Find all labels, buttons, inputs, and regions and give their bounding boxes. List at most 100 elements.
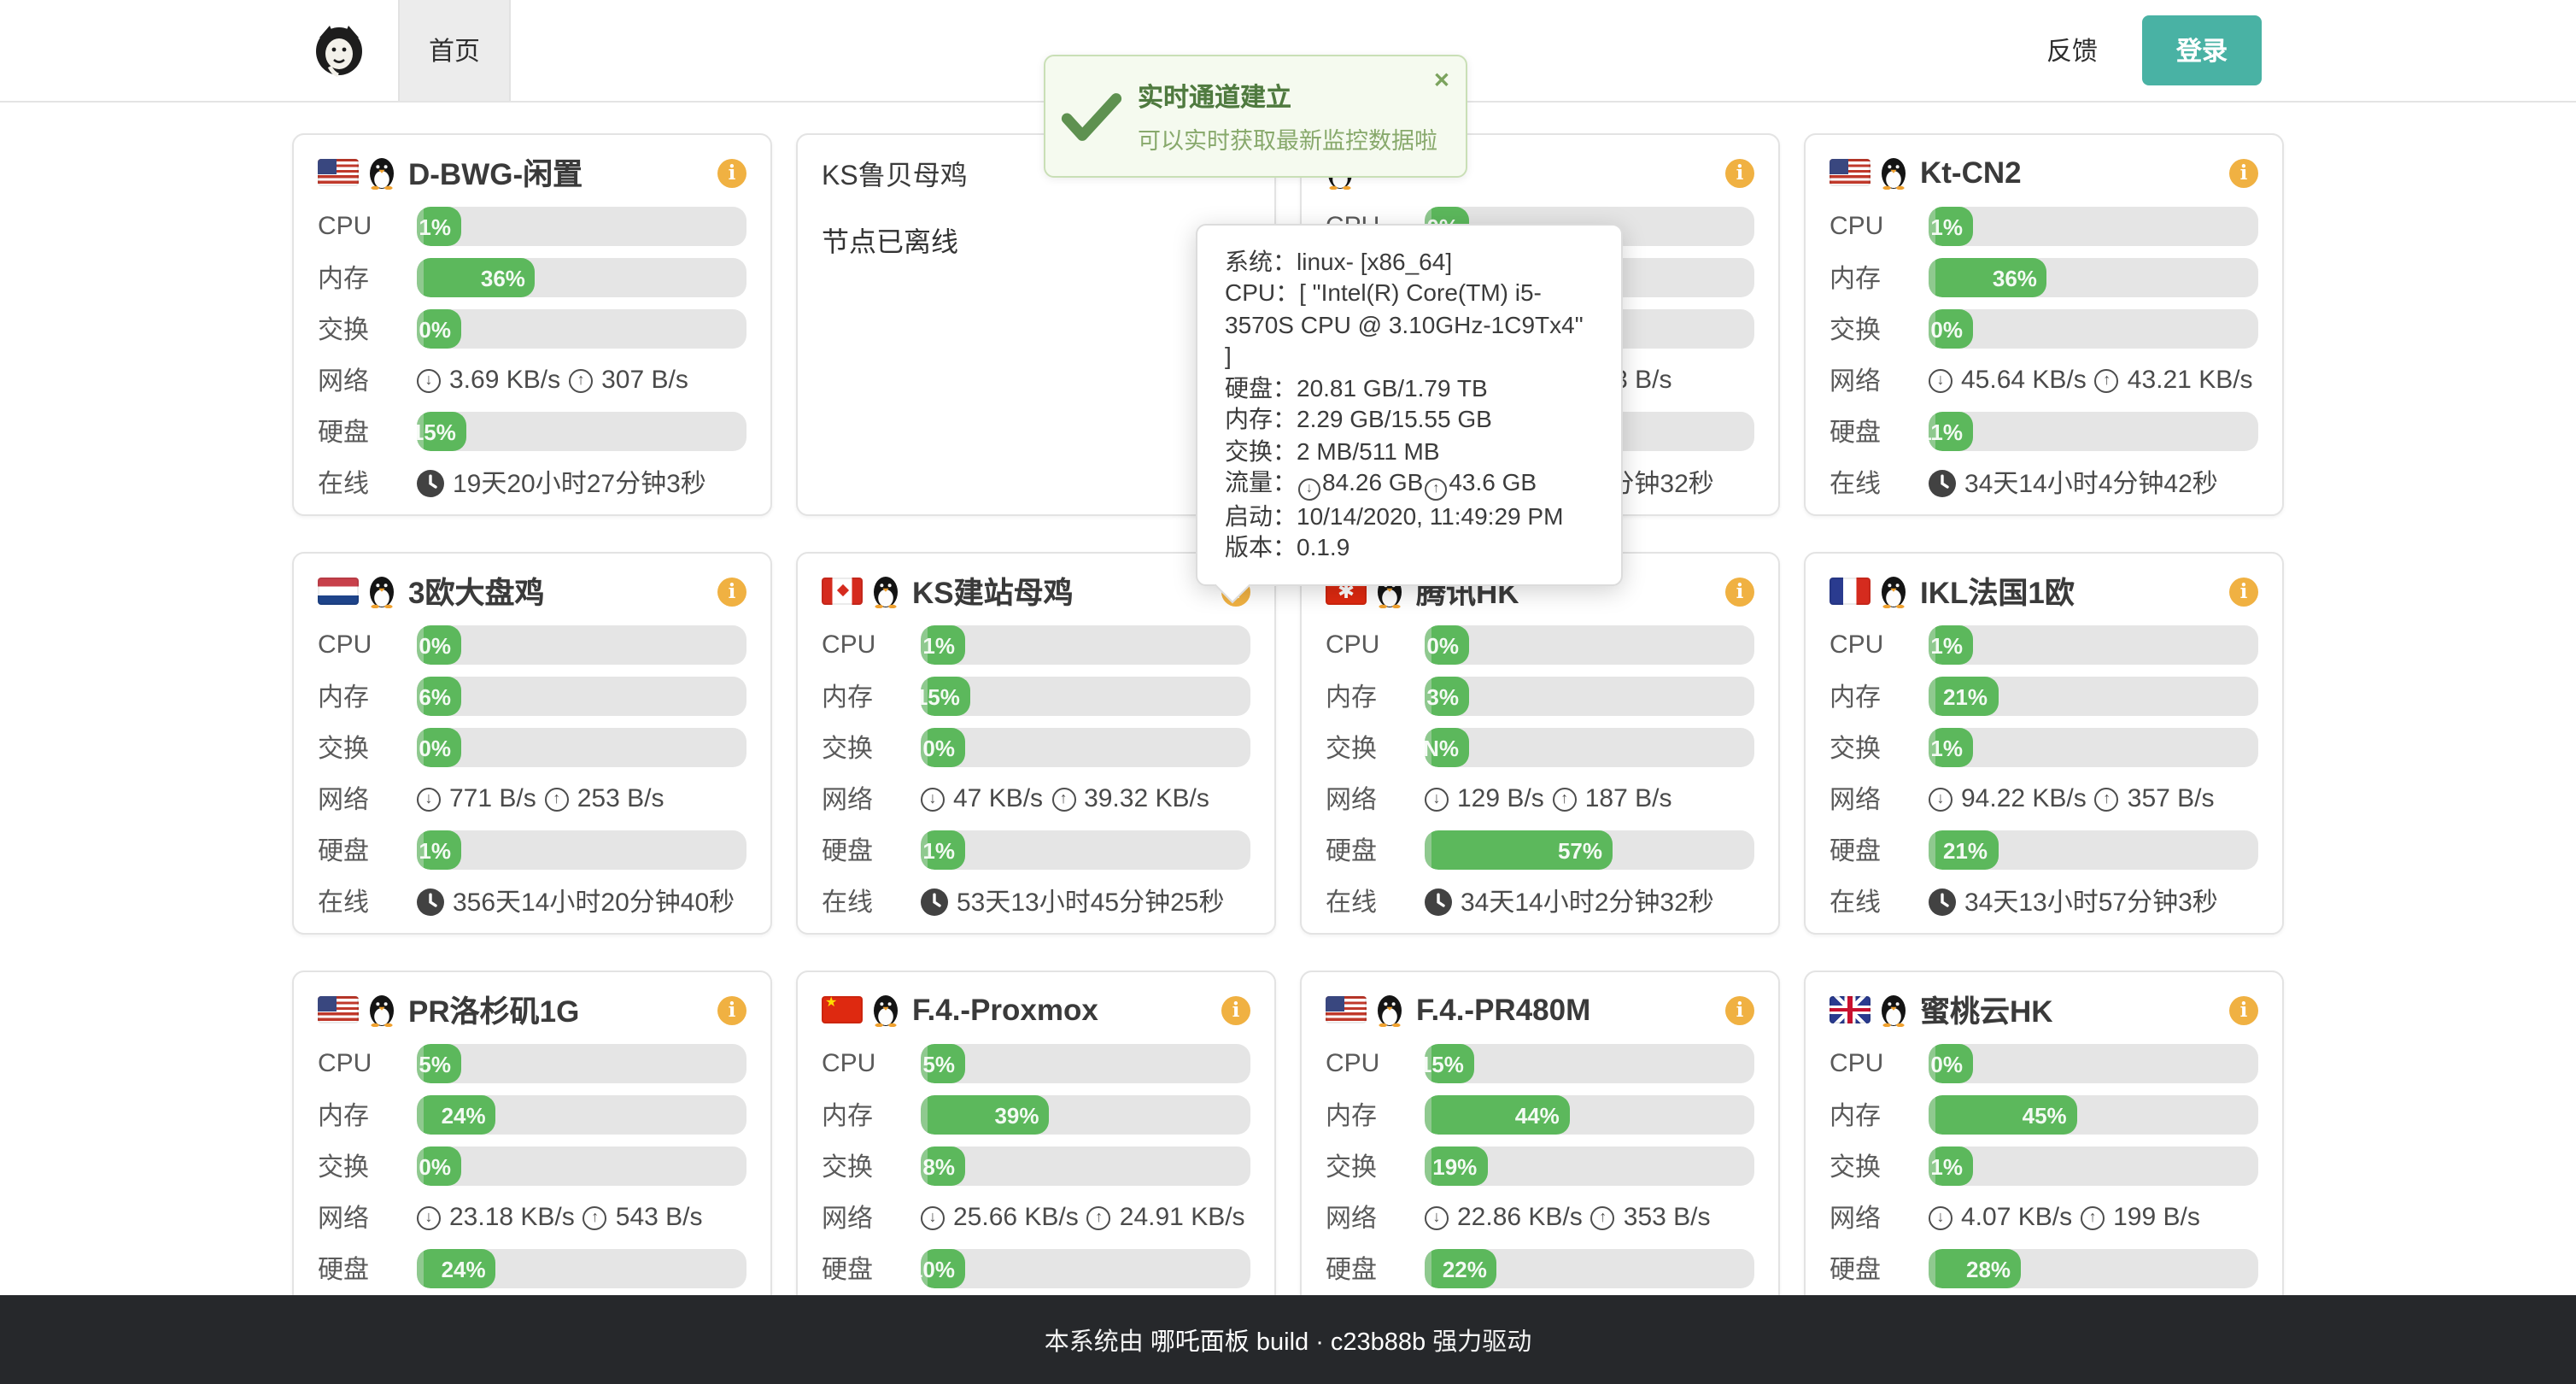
cpu-row: CPU 1% [822,625,1250,665]
uptime-value: 34天13小时57分钟3秒 [1964,883,2218,919]
online-label: 在线 [822,883,921,919]
login-button[interactable]: 登录 [2142,15,2262,85]
disk-row: 硬盘 21% [1830,830,2258,870]
disk-label: 硬盘 [1830,1251,1929,1287]
site-logo-avatar[interactable] [314,24,364,77]
disk-bar-track: 22% [1425,1249,1754,1288]
download-speed: 22.86 KB/s [1457,1203,1583,1232]
cpu-bar-fill: 5% [921,1044,965,1083]
success-check-icon [1045,91,1138,141]
memory-label: 内存 [822,1097,921,1133]
clock-icon [1425,888,1452,915]
info-icon[interactable]: i [1725,995,1754,1024]
disk-bar-track: 1% [417,830,746,870]
online-row: 在线 34天13小时57分钟3秒 [1830,882,2258,921]
info-icon[interactable]: i [1725,577,1754,606]
server-stats: CPU 1% 内存 36% 交换 [1830,207,2258,502]
disk-bar-track: 21% [1929,830,2258,870]
disk-label: 硬盘 [1326,832,1425,868]
memory-label: 内存 [1830,678,1929,714]
card-header: KS建站母鸡 i [822,572,1250,610]
network-row: 网络 ↓ 25.66 KB/s ↑ 24.91 KB/s [822,1198,1250,1237]
cpu-bar-track: 1% [1929,207,2258,246]
online-row: 在线 356天14小时20分钟40秒 [318,882,746,921]
swap-row: 交换 19% [1326,1146,1754,1186]
download-speed: 45.64 KB/s [1961,366,2087,395]
cpu-bar-track: 5% [417,1044,746,1083]
linux-penguin-icon [367,575,396,607]
feedback-link[interactable]: 反馈 [2046,32,2098,68]
download-speed: 23.18 KB/s [449,1203,575,1232]
toast-title: 实时通道建立 [1138,78,1466,114]
cpu-bar-fill: 0% [1425,625,1469,665]
card-header: F.4.-PR480M i [1326,991,1754,1029]
info-icon[interactable]: i [717,995,746,1024]
close-icon[interactable]: ✕ [1433,68,1450,92]
disk-bar-fill: 15% [417,412,466,451]
info-icon[interactable]: i [1221,995,1250,1024]
memory-bar-track: 36% [1929,258,2258,297]
upload-arrow-icon: ↑ [2095,787,2119,811]
cpu-bar-fill: 1% [1929,625,1973,665]
upload-arrow-icon: ↑ [1425,478,1447,501]
cpu-percent: 15% [1425,1051,1464,1076]
memory-label: 内存 [822,678,921,714]
network-label: 网络 [822,1199,921,1235]
linux-penguin-icon [1879,575,1908,607]
swap-label: 交换 [318,1148,417,1184]
cpu-label: CPU [1326,630,1425,660]
disk-row: 硬盘 28% [1830,1249,2258,1288]
memory-percent: 24% [442,1102,486,1128]
memory-label: 内存 [318,260,417,296]
card-header: F.4.-Proxmox i [822,991,1250,1029]
disk-percent: 1% [922,837,955,863]
swap-bar-track: 0% [1929,309,2258,349]
swap-percent: 0% [419,316,451,342]
download-arrow-icon: ↓ [1425,787,1449,811]
memory-bar-track: 21% [1929,677,2258,716]
footer-text-suffix: 强力驱动 [1432,1322,1531,1358]
cpu-bar-track: 5% [921,1044,1250,1083]
info-icon[interactable]: i [717,577,746,606]
swap-bar-track: 1% [1929,1146,2258,1186]
cpu-row: CPU 5% [822,1044,1250,1083]
info-icon[interactable]: i [2229,577,2258,606]
tooltip-traffic-row: 流量：↓84.26 GB↑43.6 GB [1225,467,1594,501]
info-icon[interactable]: i [2229,158,2258,187]
server-stats: CPU 1% 内存 21% 交换 [1830,625,2258,921]
swap-label: 交换 [318,730,417,765]
country-flag-icon [1326,996,1367,1023]
memory-label: 内存 [318,678,417,714]
memory-row: 内存 3% [1326,677,1754,716]
uptime-value: 19天20小时27分钟3秒 [453,465,706,501]
info-icon[interactable]: i [717,158,746,187]
online-row: 在线 34天14小时2分钟32秒 [1326,882,1754,921]
cpu-percent: 5% [922,1051,955,1076]
server-card: 3欧大盘鸡 i CPU 0% 内存 6% [292,552,772,935]
info-glyph: i [729,579,736,603]
info-glyph: i [2240,161,2248,185]
info-glyph: i [2240,579,2248,603]
upload-speed: 357 B/s [2128,784,2215,813]
download-speed: 25.66 KB/s [953,1203,1079,1232]
upload-arrow-icon: ↑ [2095,368,2119,392]
memory-bar-fill: 24% [417,1095,496,1135]
panel-build-link[interactable]: 哪吒面板 build · c23b88b [1150,1322,1426,1358]
tab-home[interactable]: 首页 [398,0,511,101]
disk-percent: 21% [1943,837,1988,863]
info-icon[interactable]: i [2229,995,2258,1024]
cat-logo-icon [314,24,364,77]
online-label: 在线 [318,465,417,501]
memory-bar-fill: 45% [1929,1095,2077,1135]
download-speed: 94.22 KB/s [1961,784,2087,813]
info-icon[interactable]: i [1725,158,1754,187]
memory-bar-fill: 21% [1929,677,1998,716]
memory-bar-track: 15% [921,677,1250,716]
memory-row: 内存 44% [1326,1095,1754,1135]
swap-bar-track: 19% [1425,1146,1754,1186]
memory-label: 内存 [1830,1097,1929,1133]
disk-bar-track: 24% [417,1249,746,1288]
network-row: 网络 ↓ 3.69 KB/s ↑ 307 B/s [318,361,746,400]
disk-label: 硬盘 [318,413,417,449]
network-label: 网络 [1830,781,1929,817]
